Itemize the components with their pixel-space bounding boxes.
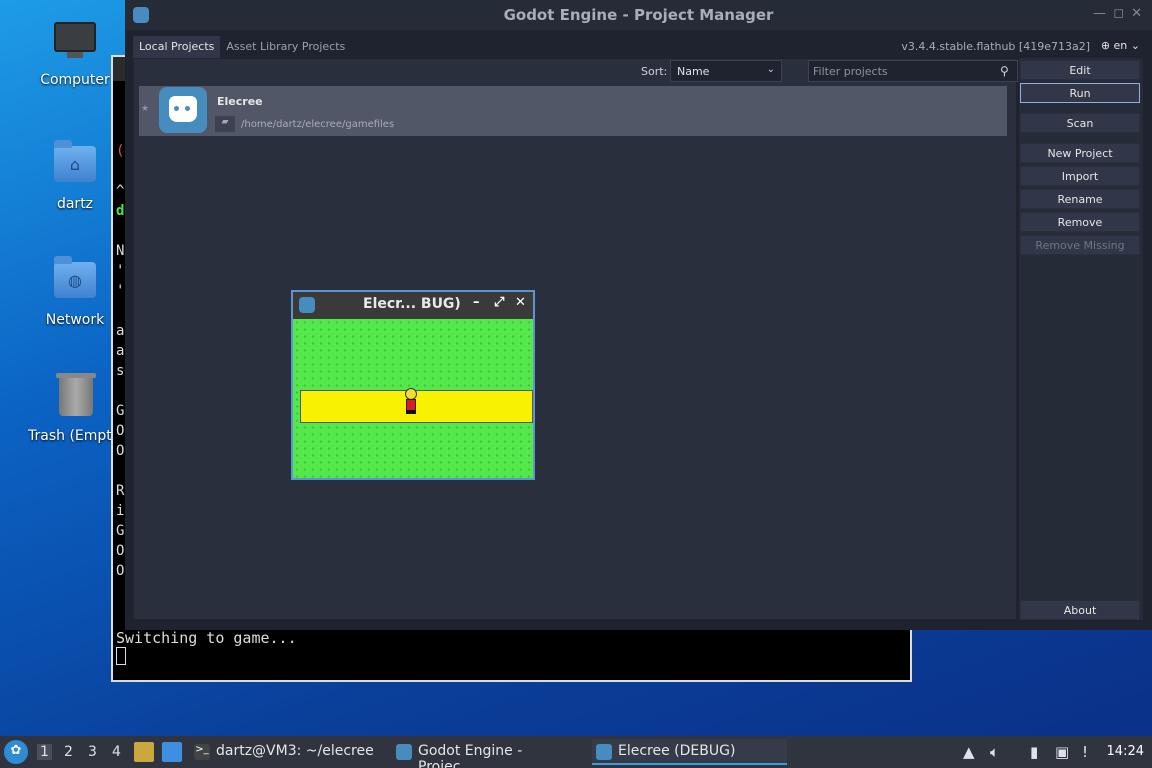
desktop-icon-computer[interactable]: Computer <box>25 22 125 88</box>
maximize-icon[interactable]: ⤢ <box>494 295 504 310</box>
clock[interactable]: 14:24 <box>1107 744 1144 759</box>
taskbar-item-godot[interactable]: Godot Engine - Projec... <box>392 739 588 768</box>
window-title: Godot Engine - Project Manager <box>503 6 774 24</box>
sort-dropdown[interactable]: Name ⌄ <box>670 60 782 82</box>
workspace-1[interactable]: 1 <box>37 744 52 760</box>
game-titlebar[interactable]: Elecr... BUG) – ⤢ ✕ <box>293 292 533 318</box>
import-button[interactable]: Import <box>1020 166 1140 186</box>
godot-project-manager-window[interactable]: Godot Engine - Project Manager — ◻ ✕ Loc… <box>125 0 1152 630</box>
taskbar: ✿ 1 2 3 4 >_ dartz@VM3: ~/elecree Godot … <box>0 736 1152 768</box>
workspace-2[interactable]: 2 <box>64 744 73 760</box>
close-icon[interactable]: ✕ <box>1131 6 1142 21</box>
desktop-icon-label: Computer <box>40 72 110 88</box>
volume-icon[interactable]: 🔈︎ <box>990 743 999 761</box>
show-desktop-icon[interactable] <box>162 742 182 762</box>
sort-label: Sort: <box>641 65 668 78</box>
file-manager-icon[interactable] <box>134 742 154 762</box>
remove-missing-button[interactable]: Remove Missing <box>1020 235 1140 255</box>
remove-button[interactable]: Remove <box>1020 212 1140 232</box>
godot-logo-icon <box>596 744 612 760</box>
desktop-icon-network[interactable]: ◍ Network <box>25 256 125 328</box>
close-icon[interactable]: ✕ <box>515 295 526 310</box>
chevron-down-icon: ⌄ <box>1130 39 1140 52</box>
project-actions-sidebar: Edit Run Scan New Project Import Rename … <box>1019 58 1143 620</box>
terminal-output: ( ^ d N ' ' a a s G O O R i G O O <box>116 143 125 579</box>
version-label: v3.4.4.stable.flathub [419e713a2] <box>901 40 1090 53</box>
edit-button[interactable]: Edit <box>1020 60 1140 80</box>
tab-local-projects[interactable]: Local Projects <box>133 36 221 58</box>
taskbar-item-terminal[interactable]: >_ dartz@VM3: ~/elecree <box>190 739 390 765</box>
player-legs <box>406 410 416 414</box>
about-button[interactable]: About <box>1020 600 1140 620</box>
notification-icon[interactable]: ! <box>1082 743 1088 761</box>
project-path: /home/dartz/elecree/gamefiles <box>241 119 395 130</box>
maximize-icon[interactable]: ◻ <box>1113 6 1124 21</box>
rename-button[interactable]: Rename <box>1020 189 1140 209</box>
language-select[interactable]: ⊕ en ⌄ <box>1101 39 1140 52</box>
workspace-3[interactable]: 3 <box>88 744 97 760</box>
godot-project-icon <box>159 87 207 133</box>
project-list-item[interactable]: ★ Elecree ▰ /home/dartz/elecree/gamefile… <box>139 86 1007 136</box>
minimize-icon[interactable]: — <box>1093 6 1106 21</box>
project-name: Elecree <box>217 95 263 108</box>
terminal-cursor <box>116 647 126 665</box>
tray-arrow-icon[interactable]: ▲ <box>963 743 975 761</box>
desktop-icon-home[interactable]: ⌂ dartz <box>25 140 125 212</box>
start-menu-icon[interactable]: ✿ <box>4 740 28 764</box>
godot-logo-icon <box>299 297 315 313</box>
filter-projects-input[interactable]: Filter projects <box>808 60 1018 82</box>
computer-icon <box>53 22 97 66</box>
search-icon: ⚲ <box>1000 64 1009 78</box>
globe-icon: ⊕ <box>1100 39 1111 52</box>
godot-titlebar[interactable]: Godot Engine - Project Manager — ◻ ✕ <box>125 0 1152 30</box>
clipboard-icon[interactable]: ▮ <box>1030 743 1038 761</box>
desktop-icon-label: Network <box>45 312 105 328</box>
taskbar-item-game-debug[interactable]: Elecree (DEBUG) <box>592 739 787 765</box>
new-project-button[interactable]: New Project <box>1020 143 1140 163</box>
desktop-icon-trash[interactable]: Trash (Empt <box>22 372 122 444</box>
terminal-icon: >_ <box>194 744 210 760</box>
minimize-icon[interactable]: – <box>473 295 480 310</box>
desktop-icon-label: Trash (Empt <box>28 428 112 444</box>
workspace-4[interactable]: 4 <box>112 744 121 760</box>
run-button[interactable]: Run <box>1020 83 1140 103</box>
scan-button[interactable]: Scan <box>1020 113 1140 133</box>
game-window-title: Elecr... BUG) <box>363 296 461 312</box>
show-in-file-manager-icon[interactable]: ▰ <box>215 116 235 132</box>
tab-asset-library-projects[interactable]: Asset Library Projects <box>220 36 351 58</box>
network-icon[interactable]: ▣ <box>1055 743 1069 761</box>
favorite-star-icon[interactable]: ★ <box>141 104 149 114</box>
project-tabs: Local Projects Asset Library Projects <box>133 36 351 58</box>
desktop-icon-label: dartz <box>56 196 94 212</box>
terminal-last-line: Switching to game... <box>116 629 297 647</box>
godot-logo-icon <box>396 744 412 760</box>
network-folder-icon: ◍ <box>53 256 97 306</box>
chevron-down-icon: ⌄ <box>766 64 775 75</box>
game-debug-window[interactable]: Elecr... BUG) – ⤢ ✕ <box>291 290 535 480</box>
game-canvas[interactable] <box>293 319 533 478</box>
project-list-panel: Sort: Name ⌄ Filter projects ⚲ ★ Elecree… <box>133 58 1018 620</box>
home-folder-icon: ⌂ <box>53 140 97 190</box>
trash-icon <box>54 373 98 422</box>
